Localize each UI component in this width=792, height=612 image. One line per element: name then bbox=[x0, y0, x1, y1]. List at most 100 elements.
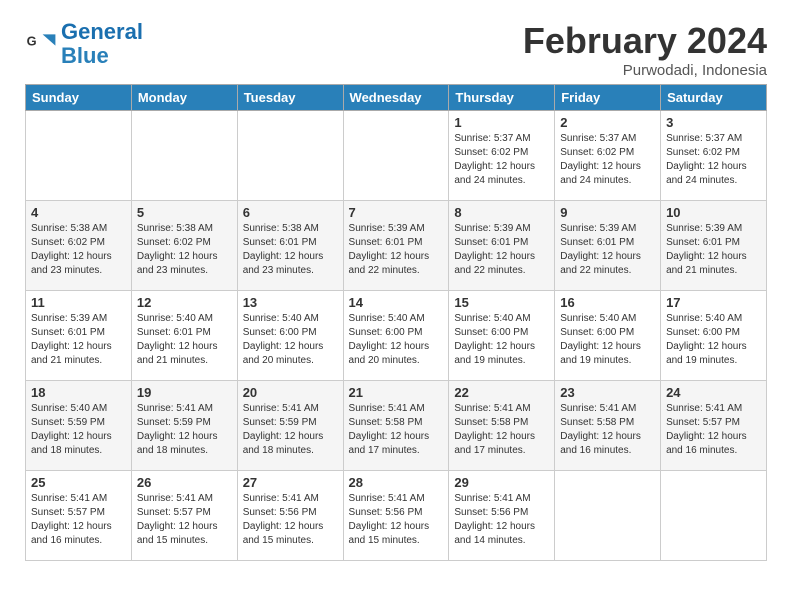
day-number: 1 bbox=[454, 115, 549, 130]
weekday-header-monday: Monday bbox=[131, 85, 237, 111]
day-number: 18 bbox=[31, 385, 126, 400]
calendar-week-2: 11 Sunrise: 5:39 AM Sunset: 6:01 PM Dayli… bbox=[26, 291, 767, 381]
calendar-cell: 27 Sunrise: 5:41 AM Sunset: 5:56 PM Dayli… bbox=[237, 471, 343, 561]
calendar-cell: 17Sunrise: 5:40 AM Sunset: 6:00 PM Dayli… bbox=[661, 291, 767, 381]
day-info: Sunrise: 5:40 AM Sunset: 5:59 PM Dayligh… bbox=[31, 402, 126, 458]
calendar-cell bbox=[555, 471, 661, 561]
calendar-cell: 6Sunrise: 5:38 AM Sunset: 6:01 PM Daylig… bbox=[237, 201, 343, 291]
day-info: Sunrise: 5:38 AM Sunset: 6:02 PM Dayligh… bbox=[31, 222, 126, 278]
day-info: Sunrise: 5:41 AM Sunset: 5:57 PM Dayligh… bbox=[137, 492, 232, 548]
day-info: Sunrise: 5:41 AM Sunset: 5:58 PM Dayligh… bbox=[349, 402, 444, 458]
calendar-cell: 2 Sunrise: 5:37 AM Sunset: 6:02 PM Daylig… bbox=[555, 111, 661, 201]
day-number: 4 bbox=[31, 205, 126, 220]
day-number: 12 bbox=[137, 295, 232, 310]
day-info: Sunrise: 5:39 AM Sunset: 6:01 PM Dayligh… bbox=[560, 222, 655, 278]
day-info: Sunrise: 5:41 AM Sunset: 5:59 PM Dayligh… bbox=[137, 402, 232, 458]
day-info: Sunrise: 5:41 AM Sunset: 5:56 PM Dayligh… bbox=[454, 492, 549, 548]
calendar-cell: 29 Sunrise: 5:41 AM Sunset: 5:56 PM Dayli… bbox=[449, 471, 555, 561]
day-number: 26 bbox=[137, 475, 232, 490]
day-info: Sunrise: 5:40 AM Sunset: 6:00 PM Dayligh… bbox=[243, 312, 338, 368]
logo: G General Blue bbox=[25, 20, 143, 68]
day-number: 8 bbox=[454, 205, 549, 220]
day-number: 22 bbox=[454, 385, 549, 400]
day-number: 21 bbox=[349, 385, 444, 400]
day-info: Sunrise: 5:40 AM Sunset: 6:01 PM Dayligh… bbox=[137, 312, 232, 368]
calendar-cell: 25 Sunrise: 5:41 AM Sunset: 5:57 PM Dayli… bbox=[26, 471, 132, 561]
day-info: Sunrise: 5:37 AM Sunset: 6:02 PM Dayligh… bbox=[560, 132, 655, 188]
day-number: 28 bbox=[349, 475, 444, 490]
page-header: G General Blue February 2024 Purwodadi, … bbox=[10, 10, 782, 84]
calendar-cell: 10 Sunrise: 5:39 AM Sunset: 6:01 PM Dayli… bbox=[661, 201, 767, 291]
calendar-cell: 3 Sunrise: 5:37 AM Sunset: 6:02 PM Daylig… bbox=[661, 111, 767, 201]
day-number: 2 bbox=[560, 115, 655, 130]
calendar-cell: 5 Sunrise: 5:38 AM Sunset: 6:02 PM Daylig… bbox=[131, 201, 237, 291]
day-info: Sunrise: 5:40 AM Sunset: 6:00 PM Dayligh… bbox=[666, 312, 761, 368]
calendar-cell: 28 Sunrise: 5:41 AM Sunset: 5:56 PM Dayli… bbox=[343, 471, 449, 561]
day-info: Sunrise: 5:41 AM Sunset: 5:56 PM Dayligh… bbox=[243, 492, 338, 548]
calendar-cell bbox=[237, 111, 343, 201]
calendar-cell: 13 Sunrise: 5:40 AM Sunset: 6:00 PM Dayli… bbox=[237, 291, 343, 381]
calendar-week-4: 25 Sunrise: 5:41 AM Sunset: 5:57 PM Dayli… bbox=[26, 471, 767, 561]
day-info: Sunrise: 5:41 AM Sunset: 5:57 PM Dayligh… bbox=[666, 402, 761, 458]
day-number: 13 bbox=[243, 295, 338, 310]
calendar-cell: 15 Sunrise: 5:40 AM Sunset: 6:00 PM Dayli… bbox=[449, 291, 555, 381]
calendar-cell bbox=[343, 111, 449, 201]
calendar-cell: 7Sunrise: 5:39 AM Sunset: 6:01 PM Daylig… bbox=[343, 201, 449, 291]
day-number: 15 bbox=[454, 295, 549, 310]
day-info: Sunrise: 5:41 AM Sunset: 5:58 PM Dayligh… bbox=[560, 402, 655, 458]
weekday-header-thursday: Thursday bbox=[449, 85, 555, 111]
day-number: 14 bbox=[349, 295, 444, 310]
day-number: 3 bbox=[666, 115, 761, 130]
calendar-cell: 24 Sunrise: 5:41 AM Sunset: 5:57 PM Dayli… bbox=[661, 381, 767, 471]
calendar-cell: 14 Sunrise: 5:40 AM Sunset: 6:00 PM Dayli… bbox=[343, 291, 449, 381]
calendar-cell: 23 Sunrise: 5:41 AM Sunset: 5:58 PM Dayli… bbox=[555, 381, 661, 471]
day-number: 25 bbox=[31, 475, 126, 490]
day-info: Sunrise: 5:40 AM Sunset: 6:00 PM Dayligh… bbox=[454, 312, 549, 368]
calendar-cell: 1 Sunrise: 5:37 AM Sunset: 6:02 PM Daylig… bbox=[449, 111, 555, 201]
day-info: Sunrise: 5:41 AM Sunset: 5:56 PM Dayligh… bbox=[349, 492, 444, 548]
calendar-cell: 18 Sunrise: 5:40 AM Sunset: 5:59 PM Dayli… bbox=[26, 381, 132, 471]
day-info: Sunrise: 5:39 AM Sunset: 6:01 PM Dayligh… bbox=[349, 222, 444, 278]
calendar-cell: 8 Sunrise: 5:39 AM Sunset: 6:01 PM Daylig… bbox=[449, 201, 555, 291]
logo-text: General Blue bbox=[61, 20, 143, 68]
day-number: 5 bbox=[137, 205, 232, 220]
day-info: Sunrise: 5:38 AM Sunset: 6:02 PM Dayligh… bbox=[137, 222, 232, 278]
day-number: 24 bbox=[666, 385, 761, 400]
logo-icon: G bbox=[25, 28, 57, 60]
day-info: Sunrise: 5:40 AM Sunset: 6:00 PM Dayligh… bbox=[560, 312, 655, 368]
day-number: 16 bbox=[560, 295, 655, 310]
calendar-cell: 26 Sunrise: 5:41 AM Sunset: 5:57 PM Dayli… bbox=[131, 471, 237, 561]
day-info: Sunrise: 5:39 AM Sunset: 6:01 PM Dayligh… bbox=[666, 222, 761, 278]
svg-text:G: G bbox=[27, 34, 37, 49]
day-number: 29 bbox=[454, 475, 549, 490]
weekday-header-friday: Friday bbox=[555, 85, 661, 111]
calendar-cell: 19Sunrise: 5:41 AM Sunset: 5:59 PM Dayli… bbox=[131, 381, 237, 471]
location-title: Purwodadi, Indonesia bbox=[523, 62, 767, 79]
day-info: Sunrise: 5:41 AM Sunset: 5:57 PM Dayligh… bbox=[31, 492, 126, 548]
day-info: Sunrise: 5:38 AM Sunset: 6:01 PM Dayligh… bbox=[243, 222, 338, 278]
day-number: 10 bbox=[666, 205, 761, 220]
day-number: 11 bbox=[31, 295, 126, 310]
calendar-cell: 12 Sunrise: 5:40 AM Sunset: 6:01 PM Dayli… bbox=[131, 291, 237, 381]
calendar-cell: 9 Sunrise: 5:39 AM Sunset: 6:01 PM Daylig… bbox=[555, 201, 661, 291]
calendar-cell: 20Sunrise: 5:41 AM Sunset: 5:59 PM Dayli… bbox=[237, 381, 343, 471]
title-block: February 2024 Purwodadi, Indonesia bbox=[523, 20, 767, 79]
day-number: 23 bbox=[560, 385, 655, 400]
day-info: Sunrise: 5:41 AM Sunset: 5:59 PM Dayligh… bbox=[243, 402, 338, 458]
calendar-week-1: 4 Sunrise: 5:38 AM Sunset: 6:02 PM Daylig… bbox=[26, 201, 767, 291]
day-info: Sunrise: 5:39 AM Sunset: 6:01 PM Dayligh… bbox=[31, 312, 126, 368]
day-number: 9 bbox=[560, 205, 655, 220]
calendar-cell: 4 Sunrise: 5:38 AM Sunset: 6:02 PM Daylig… bbox=[26, 201, 132, 291]
day-info: Sunrise: 5:37 AM Sunset: 6:02 PM Dayligh… bbox=[454, 132, 549, 188]
calendar-table: SundayMondayTuesdayWednesdayThursdayFrid… bbox=[25, 84, 767, 561]
calendar-cell: 16 Sunrise: 5:40 AM Sunset: 6:00 PM Dayli… bbox=[555, 291, 661, 381]
day-info: Sunrise: 5:37 AM Sunset: 6:02 PM Dayligh… bbox=[666, 132, 761, 188]
calendar-cell: 22Sunrise: 5:41 AM Sunset: 5:58 PM Dayli… bbox=[449, 381, 555, 471]
calendar-cell: 11 Sunrise: 5:39 AM Sunset: 6:01 PM Dayli… bbox=[26, 291, 132, 381]
day-info: Sunrise: 5:39 AM Sunset: 6:01 PM Dayligh… bbox=[454, 222, 549, 278]
day-info: Sunrise: 5:40 AM Sunset: 6:00 PM Dayligh… bbox=[349, 312, 444, 368]
weekday-header-tuesday: Tuesday bbox=[237, 85, 343, 111]
day-number: 27 bbox=[243, 475, 338, 490]
calendar-week-3: 18 Sunrise: 5:40 AM Sunset: 5:59 PM Dayli… bbox=[26, 381, 767, 471]
weekday-header-wednesday: Wednesday bbox=[343, 85, 449, 111]
